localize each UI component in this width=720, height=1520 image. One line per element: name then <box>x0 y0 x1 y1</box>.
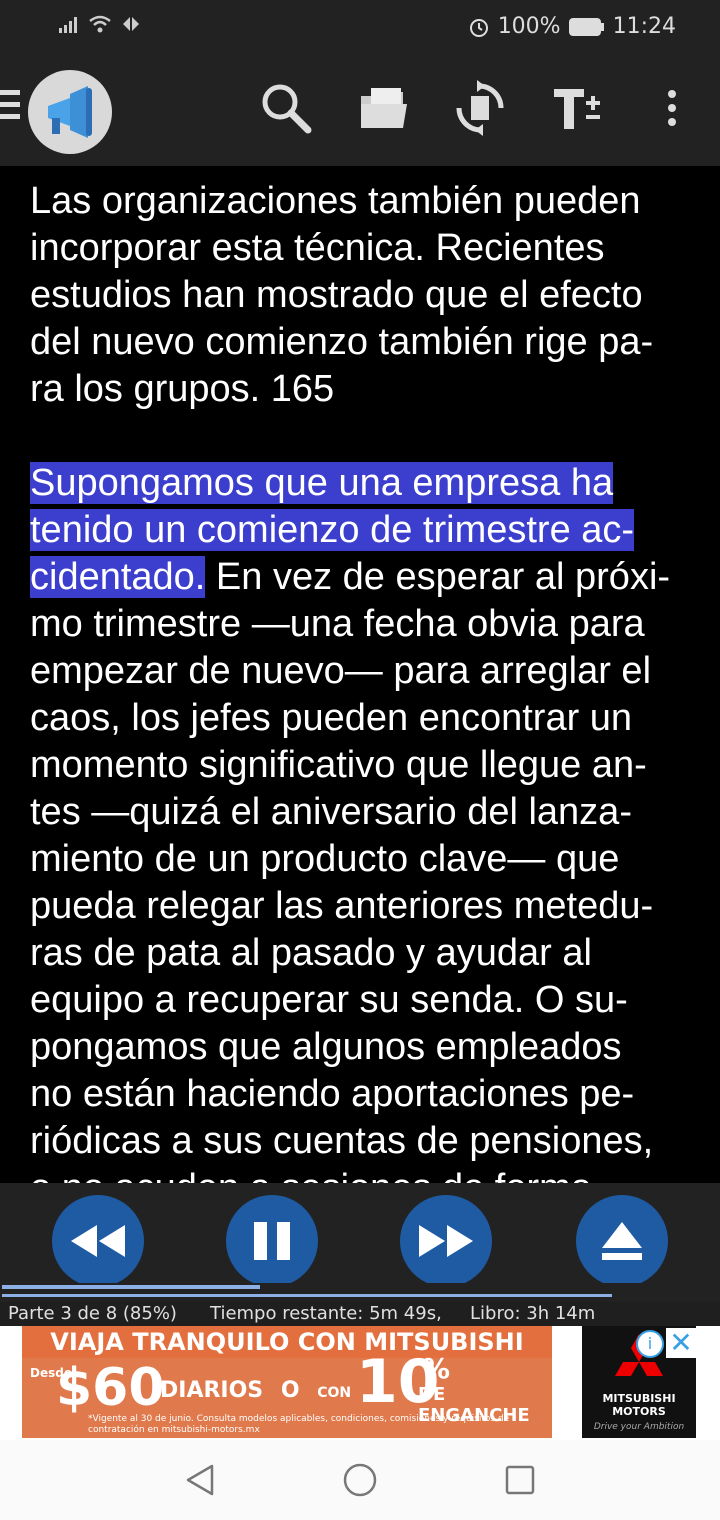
megaphone-logo-icon[interactable] <box>28 70 112 154</box>
text-line: Las organizaciones también pueden <box>30 180 641 222</box>
pause-button[interactable] <box>226 1195 318 1287</box>
home-icon[interactable] <box>342 1462 378 1498</box>
pause-icon <box>254 1222 290 1260</box>
text-size-icon <box>554 89 600 129</box>
fast-forward-icon <box>419 1225 473 1257</box>
text-size-button[interactable] <box>546 78 606 138</box>
highlighted-sentence: tenido un comienzo de trimestre ac- <box>30 509 635 551</box>
ad-brand-name: MITSUBISHI MOTORS <box>602 1392 676 1418</box>
more-options-button[interactable] <box>642 78 702 138</box>
text-line: pueda relegar las anteriores metedu- <box>30 885 654 927</box>
text-line: del nuevo comienzo también rige pa- <box>30 321 654 363</box>
book-progress-bar <box>2 1294 612 1297</box>
ad-diarios: DIARIOS O CON <box>160 1378 351 1403</box>
fast-forward-button[interactable] <box>400 1195 492 1287</box>
text-line: tes —quizá el aniversario del lanza- <box>30 791 632 833</box>
signal-icon <box>59 17 77 33</box>
ad-image[interactable]: VIAJA TRANQUILO CON MITSUBISHI Desde $60… <box>22 1326 552 1438</box>
rewind-icon <box>71 1225 125 1257</box>
text-line: pongamos que algunos empleados <box>30 1026 622 1068</box>
highlighted-sentence: Supongamos que una empresa ha <box>30 462 614 504</box>
text-line: mo trimestre —una fecha obvia para <box>30 603 645 645</box>
ad-o-text: O <box>280 1378 300 1403</box>
ad-amount: $60 <box>56 1358 165 1418</box>
info-icon[interactable]: i <box>636 1330 664 1358</box>
highlighted-sentence: cidentado. <box>30 556 206 598</box>
status-bar: 100% 11:24 <box>0 0 720 56</box>
ad-banner[interactable]: VIAJA TRANQUILO CON MITSUBISHI Desde $60… <box>0 1326 720 1440</box>
text-line: incorporar esta técnica. Recientes <box>30 227 605 269</box>
menu-icon[interactable] <box>0 90 22 130</box>
text-line: estudios han mostrado que el efecto <box>30 274 643 316</box>
reader-content[interactable]: Las organizaciones también pueden incorp… <box>0 166 720 1183</box>
text-line: no están haciendo aportaciones pe- <box>30 1073 635 1115</box>
text-line: En vez de esperar al próxi- <box>205 556 671 598</box>
text-line: miento de un producto clave— que <box>30 838 620 880</box>
text-line: momento significativo que llegue an- <box>30 744 647 786</box>
playback-controls <box>0 1183 720 1287</box>
search-button[interactable] <box>256 78 316 138</box>
battery-percent: 100% <box>497 14 561 39</box>
text-line: caos, los jefes pueden encontrar un <box>30 697 633 739</box>
text-line: ras de pata al pasado y ayudar al <box>30 932 592 974</box>
text-line: empezar de nuevo— para arreglar el <box>30 650 652 692</box>
book-length: Libro: 3h 14m <box>470 1303 596 1324</box>
part-info: Parte 3 de 8 (85%) <box>8 1303 177 1324</box>
data-icon <box>123 17 139 31</box>
ad-headline: VIAJA TRANQUILO CON MITSUBISHI <box>22 1326 552 1358</box>
folder-icon <box>361 88 407 128</box>
sync-button[interactable] <box>450 78 510 138</box>
rewind-button[interactable] <box>52 1195 144 1287</box>
chapter-progress-bar[interactable] <box>2 1285 260 1289</box>
eject-icon <box>602 1222 642 1260</box>
back-icon[interactable] <box>184 1462 216 1498</box>
status-time: 11:24 <box>612 14 676 39</box>
ad-con-text: CON <box>317 1385 352 1401</box>
eject-button[interactable] <box>576 1195 668 1287</box>
ad-brand-tagline: Drive your Ambition <box>593 1422 685 1432</box>
text-line: o no acuden a sesiones de forma- <box>30 1165 690 1183</box>
alarm-icon <box>469 18 488 37</box>
ad-percent-sign: % <box>422 1352 451 1385</box>
sync-icon <box>456 80 504 136</box>
system-navigation-bar <box>0 1440 720 1520</box>
more-vert-icon <box>668 90 676 126</box>
time-remaining: Tiempo restante: 5m 49s, <box>210 1303 442 1324</box>
playback-info: Parte 3 de 8 (85%) Tiempo restante: 5m 4… <box>0 1302 720 1326</box>
text-line: ra los grupos. 165 <box>30 368 335 410</box>
search-icon <box>262 84 312 134</box>
ad-diarios-text: DIARIOS <box>160 1378 264 1403</box>
ad-fine-print: *Vigente al 30 de junio. Consulta modelo… <box>88 1414 510 1435</box>
wifi-icon <box>89 15 111 33</box>
text-line: riódicas a sus cuentas de pensiones, <box>30 1120 654 1162</box>
close-icon[interactable]: ✕ <box>666 1328 696 1358</box>
open-file-button[interactable] <box>354 78 414 138</box>
recents-icon[interactable] <box>504 1464 536 1496</box>
text-line: equipo a recuperar su senda. O su- <box>30 979 628 1021</box>
battery-icon <box>568 17 604 36</box>
